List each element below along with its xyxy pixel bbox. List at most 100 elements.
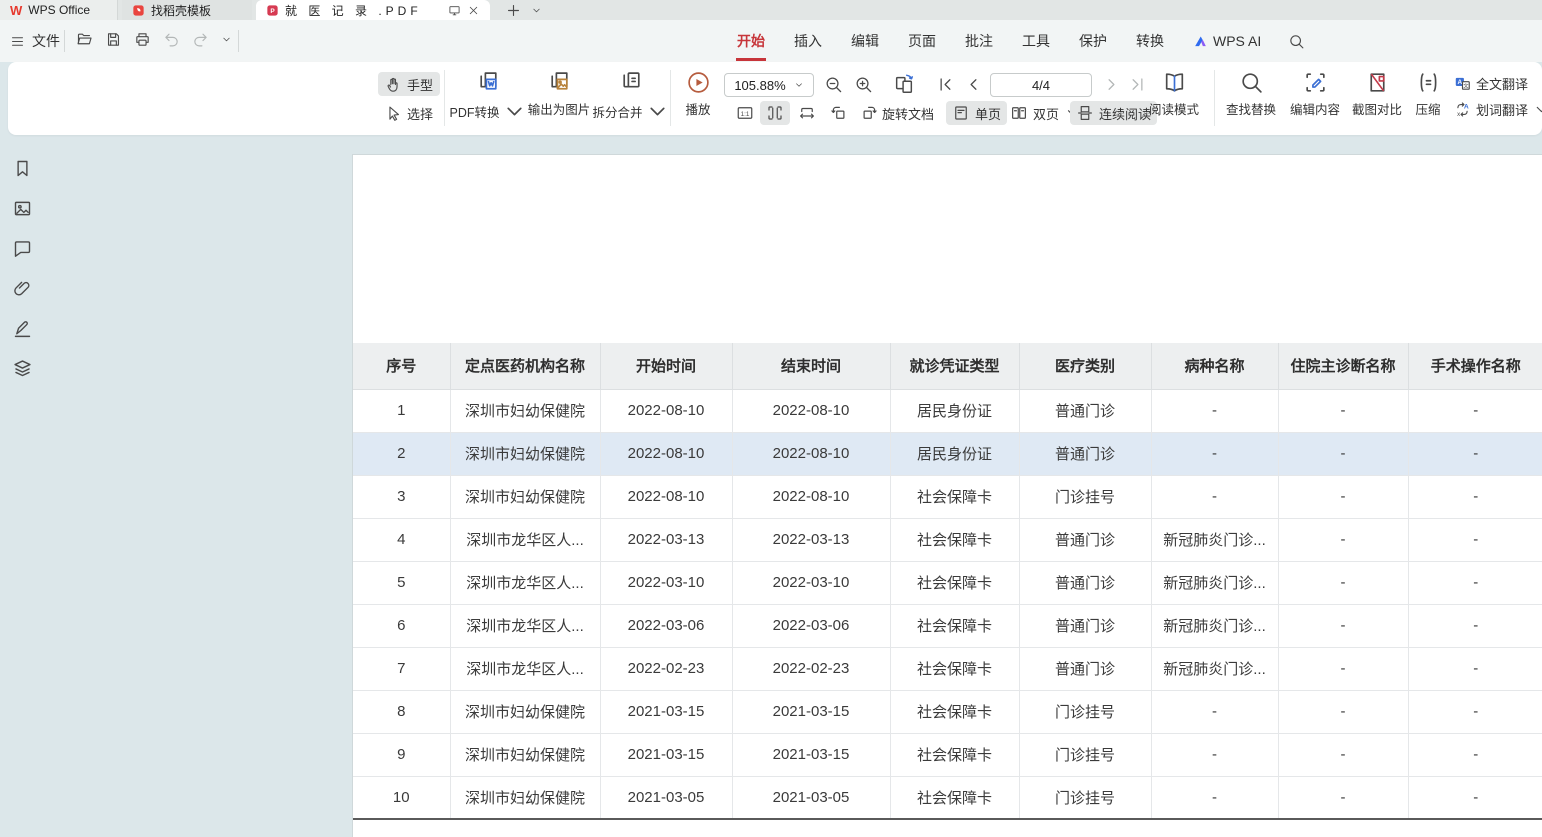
quickbar-chevron-icon[interactable] — [221, 34, 232, 45]
table-header-cell: 病种名称 — [1151, 343, 1278, 389]
table-cell: 深圳市妇幼保健院 — [450, 432, 600, 475]
actual-size-button[interactable]: 1:1 — [730, 101, 760, 125]
table-header-cell: 手术操作名称 — [1408, 343, 1542, 389]
menubar-search-icon[interactable] — [1288, 33, 1305, 50]
screenshot-compare-button[interactable]: 截图对比 — [1346, 70, 1408, 118]
page-swap-button[interactable] — [892, 72, 916, 96]
tab-document[interactable]: P 就 医 记 录 .PDF — [256, 0, 490, 20]
page-number-input[interactable]: 4/4 — [990, 73, 1092, 97]
zoom-in-icon — [854, 75, 873, 94]
play-button[interactable]: 播放 — [676, 70, 720, 118]
zoom-in-button[interactable] — [852, 73, 876, 97]
table-row: 6深圳市龙华区人...2022-03-062022-03-06社会保障卡普通门诊… — [353, 604, 1542, 647]
table-cell: - — [1151, 432, 1278, 475]
table-cell: 2022-08-10 — [732, 432, 890, 475]
fit-width-button[interactable] — [792, 101, 822, 125]
comments-panel-icon[interactable] — [12, 238, 33, 259]
tab-wps-office[interactable]: W WPS Office — [0, 0, 118, 20]
pdf-file-icon: P — [266, 4, 279, 17]
redo-icon[interactable] — [192, 31, 209, 48]
print-icon[interactable] — [134, 31, 151, 48]
find-replace-label: 查找替换 — [1226, 99, 1276, 118]
new-tab-icon[interactable] — [505, 2, 522, 19]
table-cell: 新冠肺炎门诊... — [1151, 518, 1278, 561]
menu-item[interactable]: 工具 — [1021, 29, 1051, 53]
edit-content-button[interactable]: 编辑内容 — [1284, 70, 1346, 118]
next-page-icon — [1102, 75, 1121, 94]
wps-ai-button[interactable]: WPS AI — [1192, 33, 1261, 50]
continuous-read-icon — [1076, 104, 1094, 122]
table-header-cell: 住院主诊断名称 — [1278, 343, 1408, 389]
attachments-panel-icon[interactable] — [12, 278, 33, 299]
monitor-icon[interactable] — [448, 4, 461, 17]
tab-docer-templates[interactable]: 找稻壳模板 — [122, 0, 252, 20]
next-page-button[interactable] — [1100, 73, 1124, 97]
close-tab-icon[interactable] — [467, 4, 480, 17]
table-cell: 门诊挂号 — [1019, 776, 1151, 819]
hand-tool-button[interactable]: 手型 — [378, 72, 440, 96]
table-header-row: 序号定点医药机构名称开始时间结束时间就诊凭证类型医疗类别病种名称住院主诊断名称手… — [353, 343, 1542, 389]
table-cell: 居民身份证 — [890, 389, 1019, 432]
signature-panel-icon[interactable] — [12, 318, 33, 339]
menu-item[interactable]: 插入 — [793, 29, 823, 53]
table-row: 2深圳市妇幼保健院2022-08-102022-08-10居民身份证普通门诊--… — [353, 432, 1542, 475]
tab-list-chevron-icon[interactable] — [531, 5, 542, 16]
open-file-icon[interactable] — [76, 31, 93, 48]
edit-pencil-icon — [1303, 70, 1328, 95]
table-cell: 2021-03-15 — [732, 690, 890, 733]
layers-panel-icon[interactable] — [12, 358, 33, 379]
first-page-button[interactable] — [934, 73, 958, 97]
bookmarks-panel-icon[interactable] — [12, 158, 33, 179]
undo-icon[interactable] — [163, 31, 180, 48]
table-cell: 3 — [353, 475, 450, 518]
table-cell: - — [1278, 733, 1408, 776]
chevron-down-icon — [645, 99, 670, 124]
svg-text:x: x — [1457, 112, 1460, 118]
file-menu-button[interactable]: 文件 — [10, 31, 60, 51]
menu-item[interactable]: 开始 — [736, 29, 766, 53]
menu-item[interactable]: 编辑 — [850, 29, 880, 53]
table-row: 10深圳市妇幼保健院2021-03-052021-03-05社会保障卡门诊挂号-… — [353, 776, 1542, 819]
menu-item[interactable]: 页面 — [907, 29, 937, 53]
thumbnails-panel-icon[interactable] — [12, 198, 33, 219]
page-swap-icon — [893, 73, 915, 95]
rotate-left-button[interactable] — [824, 101, 854, 125]
single-page-button[interactable]: 单页 — [946, 101, 1007, 125]
table-cell: 居民身份证 — [890, 432, 1019, 475]
zoom-level-select[interactable]: 105.88% — [724, 73, 814, 97]
wps-logo-icon: W — [10, 3, 22, 18]
pdf-page: 序号定点医药机构名称开始时间结束时间就诊凭证类型医疗类别病种名称住院主诊断名称手… — [352, 154, 1542, 837]
menu-item[interactable]: 转换 — [1135, 29, 1165, 53]
zoom-out-button[interactable] — [822, 73, 846, 97]
table-cell: 社会保障卡 — [890, 776, 1019, 819]
full-translate-label: 全文翻译 — [1476, 74, 1528, 93]
compress-label: 压缩 — [1415, 99, 1440, 118]
word-translate-label: 划词翻译 — [1476, 100, 1528, 119]
pdf-convert-button[interactable]: PDF转换 — [454, 70, 522, 124]
find-replace-button[interactable]: 查找替换 — [1220, 70, 1282, 118]
table-cell: - — [1408, 432, 1542, 475]
rotate-right-icon — [860, 104, 878, 122]
table-cell: - — [1408, 647, 1542, 690]
split-merge-button[interactable]: 拆分合并 — [596, 70, 666, 124]
fit-page-button[interactable] — [760, 101, 790, 125]
full-translate-button[interactable]: A文 全文翻译 — [1454, 74, 1542, 93]
table-cell: 2022-03-10 — [732, 561, 890, 604]
word-translate-button[interactable]: Ax 划词翻译 — [1454, 100, 1542, 119]
prev-page-button[interactable] — [962, 73, 986, 97]
tab-wps-office-label: WPS Office — [28, 3, 90, 17]
read-mode-button[interactable]: 阅读模式 — [1142, 70, 1206, 118]
table-cell: 2 — [353, 432, 450, 475]
save-icon[interactable] — [105, 31, 122, 48]
menu-item[interactable]: 保护 — [1078, 29, 1108, 53]
table-cell: - — [1278, 432, 1408, 475]
menu-item[interactable]: 批注 — [964, 29, 994, 53]
double-page-label: 双页 — [1033, 104, 1059, 123]
single-page-icon — [952, 104, 970, 122]
compress-button[interactable]: 压缩 — [1408, 70, 1448, 118]
table-cell: - — [1408, 389, 1542, 432]
table-cell: 2021-03-05 — [732, 776, 890, 819]
edit-content-label: 编辑内容 — [1290, 99, 1340, 118]
export-image-button[interactable]: 输出为图片 — [524, 70, 594, 118]
select-tool-button[interactable]: 选择 — [378, 101, 440, 125]
